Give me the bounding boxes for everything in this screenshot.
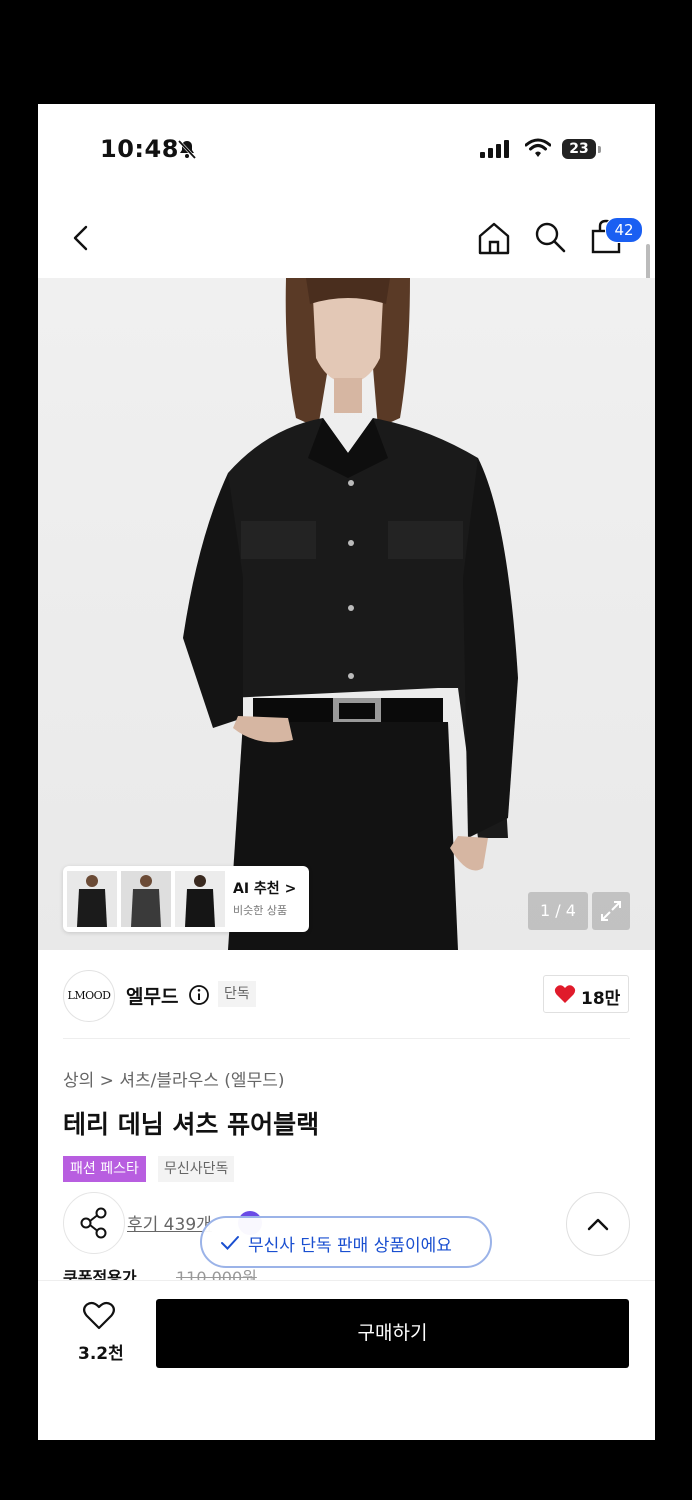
brand-name[interactable]: 엘무드 (126, 982, 178, 1009)
chevron-up-icon (587, 1218, 609, 1231)
search-icon[interactable] (533, 220, 567, 254)
back-icon[interactable] (68, 224, 96, 252)
exclusive-toast: 무신사 단독 판매 상품이에요 (200, 1216, 492, 1268)
review-link[interactable]: 후기 439개 (127, 1210, 212, 1235)
info-icon[interactable] (188, 984, 210, 1006)
wish-count: 3.2천 (78, 1344, 124, 1364)
app-screen: 10:48 23 42 AI 추천 > 비슷한 상품 1 / 4 LMOOD 엘… (38, 104, 655, 1440)
heart-outline-icon[interactable] (82, 1301, 116, 1331)
scroll-top-button[interactable] (566, 1192, 630, 1256)
brand-logo[interactable]: LMOOD (63, 970, 115, 1022)
thumbnail-2-image (121, 871, 171, 927)
home-icon[interactable] (476, 220, 512, 256)
top-nav: 42 (38, 196, 655, 278)
signal-icon (480, 140, 509, 158)
toast-message: 무신사 단독 판매 상품이에요 (248, 1236, 452, 1256)
bottom-action-bar: 3.2천 구매하기 (38, 1280, 655, 1440)
ai-recommend-subtitle: 비슷한 상품 (233, 904, 288, 917)
chevron-right-icon: > (284, 881, 297, 897)
check-icon (221, 1236, 239, 1250)
share-button[interactable] (63, 1192, 125, 1254)
battery-tip (598, 146, 601, 153)
ai-recommend-label: AI 추천 (233, 881, 280, 897)
breadcrumb[interactable]: 상의 > 셔츠/블라우스 (엘무드) (63, 1066, 285, 1091)
product-title: 테리 데님 셔츠 퓨어블랙 (63, 1110, 320, 1139)
heart-filled-icon (554, 985, 576, 1003)
brand-like-count: 18만 (581, 989, 621, 1009)
thumbnail-3-image (175, 871, 225, 927)
model-photo (183, 278, 518, 950)
thumbnail-1-image (67, 871, 117, 927)
divider (63, 1038, 630, 1039)
thumbnail-1[interactable] (67, 871, 117, 927)
product-image[interactable]: AI 추천 > 비슷한 상품 1 / 4 (38, 278, 655, 950)
thumbnail-2[interactable] (121, 871, 171, 927)
thumbnail-3[interactable] (175, 871, 225, 927)
buy-button[interactable]: 구매하기 (156, 1299, 629, 1368)
ai-recommend-title: AI 추천 > (233, 878, 296, 898)
fashion-festa-tag: 패션 페스타 (63, 1156, 146, 1182)
expand-button[interactable] (592, 892, 630, 930)
musinsa-exclusive-tag: 무신사단독 (158, 1156, 235, 1182)
cart-count-badge: 42 (605, 217, 643, 243)
battery-icon: 23 (562, 139, 596, 159)
image-pager: 1 / 4 (528, 892, 588, 930)
exclusive-tag: 단독 (218, 981, 256, 1007)
wifi-icon (525, 138, 551, 157)
share-icon (80, 1207, 107, 1239)
similar-products-strip[interactable]: AI 추천 > 비슷한 상품 (63, 866, 309, 932)
bell-muted-icon (177, 139, 197, 160)
brand-like-button[interactable]: 18만 (543, 975, 629, 1013)
status-time: 10:48 (100, 135, 179, 163)
status-bar: 10:48 23 (38, 104, 655, 196)
expand-icon (601, 901, 621, 921)
